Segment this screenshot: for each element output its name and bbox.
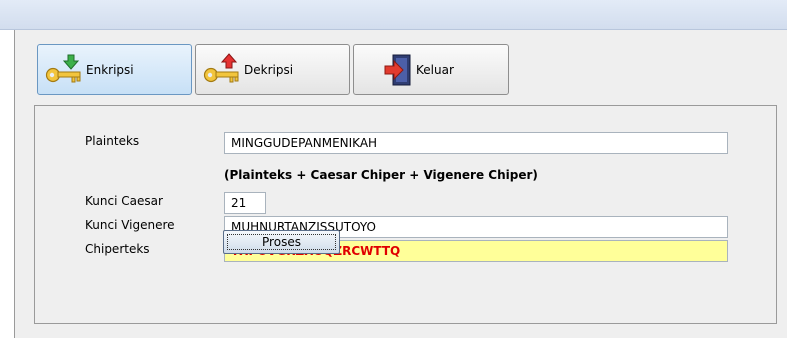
kunci-vigenere-label: Kunci Vigenere: [85, 218, 175, 232]
algorithm-note: (Plainteks + Caesar Chiper + Vigenere Ch…: [224, 168, 538, 182]
dekripsi-button[interactable]: Dekripsi: [195, 44, 350, 95]
enkripsi-label: Enkripsi: [86, 63, 134, 77]
plainteks-label: Plainteks: [85, 134, 140, 148]
window-titlebar[interactable]: [0, 0, 787, 30]
enkripsi-button[interactable]: Enkripsi: [37, 44, 192, 95]
kunci-caesar-label: Kunci Caesar: [85, 194, 163, 208]
form-panel: Plainteks MINGGUDEPANMENIKAH (Plainteks …: [34, 105, 777, 324]
plainteks-input[interactable]: MINGGUDEPANMENIKAH: [224, 132, 728, 154]
main-window: Enkripsi Dekripsi Keluar Plainteks MINGG…: [14, 30, 787, 338]
focus-indicator: [227, 234, 336, 250]
keluar-button[interactable]: Keluar: [353, 44, 509, 95]
dekripsi-label: Dekripsi: [244, 63, 294, 77]
chiperteks-label: Chiperteks: [85, 242, 150, 256]
key-red-arrow-icon: [202, 52, 242, 91]
key-green-arrow-icon: [44, 52, 84, 91]
kunci-caesar-input[interactable]: 21: [224, 192, 266, 214]
proses-button[interactable]: Proses: [223, 230, 340, 254]
exit-door-icon: [384, 53, 412, 90]
keluar-label: Keluar: [416, 63, 454, 77]
